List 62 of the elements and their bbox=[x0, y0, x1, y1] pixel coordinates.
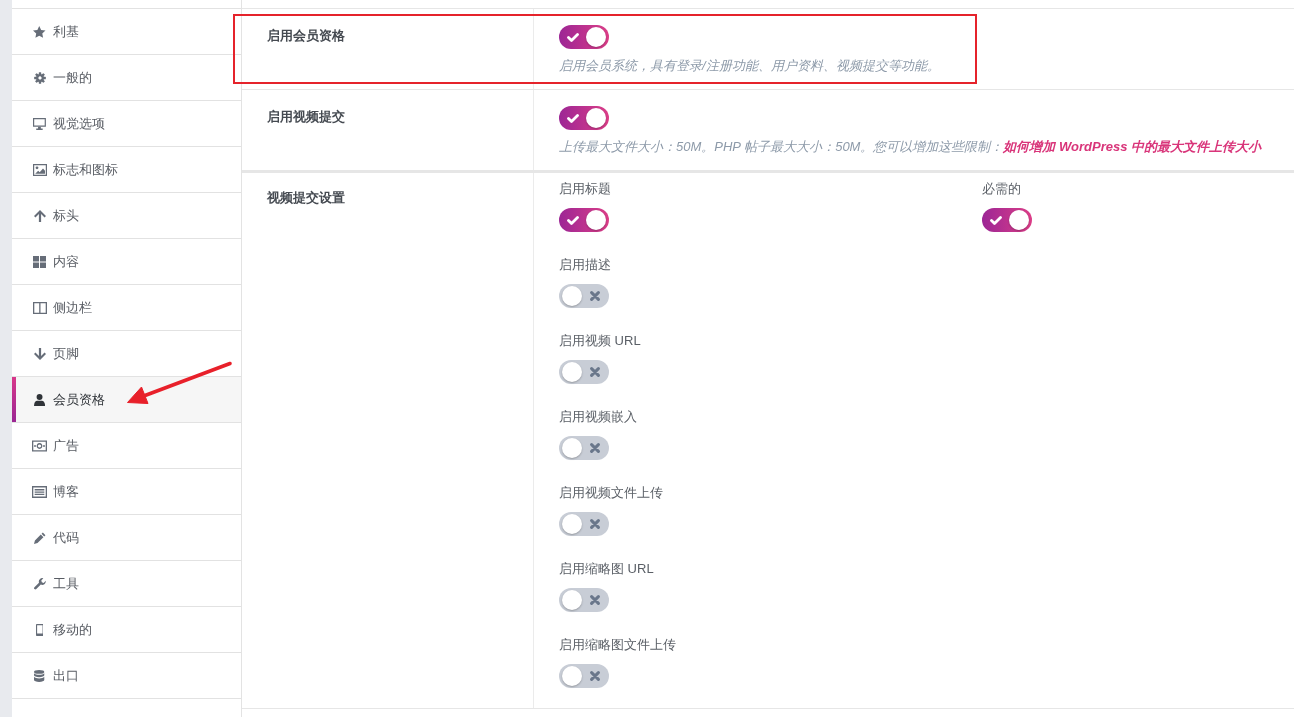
cross-icon bbox=[590, 367, 600, 377]
sidebar-item[interactable]: 出口 bbox=[12, 653, 241, 699]
up-arrow-icon bbox=[33, 209, 46, 222]
gear-icon bbox=[33, 71, 46, 84]
toggle-switch[interactable] bbox=[559, 106, 609, 130]
toggle-switch[interactable] bbox=[559, 284, 609, 308]
cross-icon bbox=[590, 443, 600, 453]
sidebar-item[interactable]: 博客 bbox=[12, 469, 241, 515]
toggle-switch[interactable] bbox=[559, 664, 609, 688]
help-link[interactable]: 如何增加 WordPress 中的最大文件上传大小 bbox=[1003, 139, 1262, 154]
cross-icon bbox=[590, 671, 600, 681]
check-icon bbox=[567, 114, 579, 123]
banknote-icon bbox=[32, 439, 47, 452]
sidebar-item[interactable]: 利基 bbox=[12, 9, 241, 55]
help-text: 上传最大文件大小：50M。PHP 帖子最大大小：50M。您可以增加这些限制：如何增加 WordPress 中的最大文件上传大小 bbox=[559, 138, 1263, 156]
sidebar-item[interactable]: 标志和图标 bbox=[12, 147, 241, 193]
cross-icon bbox=[590, 519, 600, 529]
toggle-switch[interactable] bbox=[559, 360, 609, 384]
toggle-switch[interactable] bbox=[982, 208, 1032, 232]
setting-label: 启用视频提交 bbox=[267, 108, 346, 126]
sidebar-item[interactable]: 广告 bbox=[12, 423, 241, 469]
list-icon bbox=[32, 485, 47, 498]
option-label: 启用标题 bbox=[559, 180, 611, 198]
setting-label: 视频提交设置 bbox=[267, 189, 346, 207]
phone-icon bbox=[35, 623, 44, 636]
down-arrow-icon bbox=[33, 347, 46, 360]
grid-icon bbox=[33, 255, 46, 268]
sidebar-item[interactable]: 标头 bbox=[12, 193, 241, 239]
sidebar-item[interactable]: 工具 bbox=[12, 561, 241, 607]
toggle-switch[interactable] bbox=[559, 208, 609, 232]
sidebar-item[interactable]: 侧边栏 bbox=[12, 285, 241, 331]
database-icon bbox=[34, 669, 45, 682]
option-label: 启用缩略图文件上传 bbox=[559, 636, 676, 654]
option-label: 启用缩略图 URL bbox=[559, 560, 654, 578]
help-text: 启用会员系统，具有登录/注册功能、用户资料、视频提交等功能。 bbox=[559, 57, 941, 75]
option-label: 启用视频文件上传 bbox=[559, 484, 663, 502]
toggle-switch[interactable] bbox=[559, 25, 609, 49]
cross-icon bbox=[590, 595, 600, 605]
cross-icon bbox=[590, 291, 600, 301]
toggle-switch[interactable] bbox=[559, 436, 609, 460]
wrench-icon bbox=[33, 577, 46, 590]
check-icon bbox=[567, 33, 579, 42]
toggle-switch[interactable] bbox=[559, 512, 609, 536]
option-label: 启用描述 bbox=[559, 256, 611, 274]
pencil-icon bbox=[33, 531, 46, 544]
option-label: 启用视频 URL bbox=[559, 332, 641, 350]
sidebar-item[interactable]: 一般的 bbox=[12, 55, 241, 101]
check-icon bbox=[567, 216, 579, 225]
monitor-icon bbox=[33, 117, 46, 130]
check-icon bbox=[990, 216, 1002, 225]
option-label: 必需的 bbox=[982, 180, 1021, 198]
sidebar-item[interactable]: 代码 bbox=[12, 515, 241, 561]
sidebar-item[interactable]: 内容 bbox=[12, 239, 241, 285]
option-label: 启用视频嵌入 bbox=[559, 408, 637, 426]
image-icon bbox=[32, 163, 47, 176]
columns-icon bbox=[32, 301, 47, 314]
setting-label: 启用会员资格 bbox=[267, 27, 346, 45]
sidebar-item[interactable]: 视觉选项 bbox=[12, 101, 241, 147]
toggle-switch[interactable] bbox=[559, 588, 609, 612]
star-icon bbox=[33, 25, 46, 38]
user-icon bbox=[33, 393, 46, 406]
sidebar-item[interactable]: 移动的 bbox=[12, 607, 241, 653]
